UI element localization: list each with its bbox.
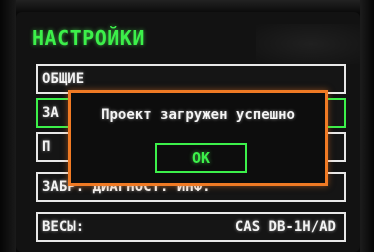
lcd-screen: НАСТРОЙКИ ОБЩИЕ ЗА П ЗАБР. ДИАГНОСТ. ИНФ… xyxy=(16,12,360,252)
menu-item-label: ВЕСЫ: xyxy=(42,219,85,235)
success-dialog: Проект загружен успешно OK xyxy=(68,90,328,186)
menu-item-label: П xyxy=(42,139,51,155)
dialog-message: Проект загружен успешно xyxy=(101,107,295,123)
ok-button[interactable]: OK xyxy=(155,143,247,173)
device-bezel-left xyxy=(0,0,16,252)
device-bezel-top xyxy=(0,0,374,12)
menu-item-scales[interactable]: ВЕСЫ: CAS DB-1H/AD xyxy=(36,212,346,242)
menu-item-label: ЗА xyxy=(42,105,59,121)
screen-glare xyxy=(256,24,360,64)
scales-model-value: CAS DB-1H/AD xyxy=(234,219,336,235)
device-bezel-right xyxy=(360,0,374,252)
menu-item-label: ОБЩИЕ xyxy=(42,71,85,87)
page-title: НАСТРОЙКИ xyxy=(32,26,145,50)
